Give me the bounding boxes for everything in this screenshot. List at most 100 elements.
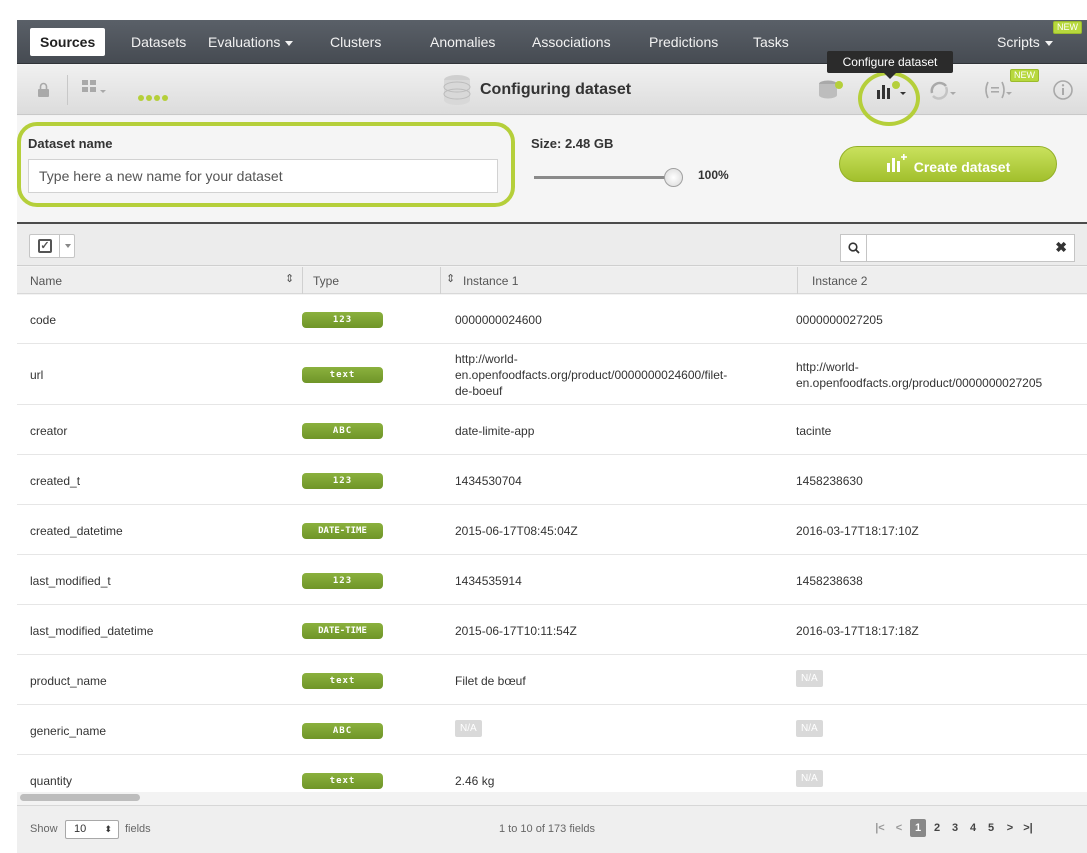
create-dataset-icon [886, 153, 907, 172]
page-5[interactable]: 5 [983, 819, 999, 837]
missing-value-badge: N/A [796, 720, 823, 737]
instance-2-value: 2016-03-17T18:17:10Z [796, 524, 919, 538]
dataset-database-icon [443, 75, 471, 105]
sort-icon[interactable]: ⇕ [446, 272, 455, 285]
nav-evaluations-label: Evaluations [208, 34, 281, 50]
last-page-icon[interactable]: >| [1020, 819, 1036, 837]
nav-anomalies[interactable]: Anomalies [430, 20, 495, 64]
page-3[interactable]: 3 [947, 819, 963, 837]
fields-label: fields [125, 823, 151, 835]
instance-2-line: en.openfoodfacts.org/product/00000000272… [796, 376, 1043, 390]
dataset-config-panel: Dataset name Size: 2.48 GB 100% Create d… [17, 116, 1087, 224]
page-title: Configuring dataset [480, 81, 632, 98]
select-fields-button[interactable]: ✓ [29, 234, 75, 258]
field-name: last_modified_t [30, 574, 111, 588]
nav-associations[interactable]: Associations [532, 20, 611, 64]
nav-sources[interactable]: Sources [30, 28, 106, 56]
page-4[interactable]: 4 [965, 819, 981, 837]
create-dataset-label: Create dataset [913, 158, 1011, 175]
instance-1-value: 0000000024600 [455, 313, 542, 327]
table-row[interactable]: generic_name ABC N/A N/A [17, 706, 1087, 755]
table-row[interactable]: code 123 0000000024600 0000000027205 [17, 295, 1087, 344]
table-row[interactable]: url text http://world- en.openfoodfacts.… [17, 345, 1087, 405]
table-row[interactable]: last_modified_datetime DATE-TIME 2015-06… [17, 606, 1087, 655]
column-header-type[interactable]: Type [313, 274, 339, 288]
new-badge: NEW [1053, 21, 1082, 34]
pagination-range: 1 to 10 of 173 fields [499, 823, 596, 835]
instance-2-value: 1458238638 [796, 574, 863, 588]
field-type-badge[interactable]: text [302, 773, 383, 789]
progress-dots-icon [138, 88, 170, 106]
chevron-down-icon [1044, 40, 1053, 46]
instance-2-value: http://world- en.openfoodfacts.org/produ… [796, 359, 1042, 391]
page-size-select[interactable]: 10 ⬍ [65, 820, 119, 839]
dataset-name-input[interactable] [28, 159, 498, 193]
field-type-badge[interactable]: ABC [302, 723, 383, 739]
column-header-name[interactable]: Name [30, 274, 62, 288]
field-type-badge[interactable]: DATE-TIME [302, 523, 383, 539]
sort-icon[interactable]: ⇕ [285, 272, 294, 285]
page-size-value: 10 [74, 823, 87, 835]
instance-2-value: 0000000027205 [796, 313, 883, 327]
instance-1-value: 1434535914 [455, 574, 522, 588]
field-name: last_modified_datetime [30, 624, 154, 638]
field-type-badge[interactable]: DATE-TIME [302, 623, 383, 639]
table-row[interactable]: product_name text Filet de bœuf N/A [17, 656, 1087, 705]
nav-datasets[interactable]: Datasets [131, 20, 186, 64]
previous-page-icon[interactable]: < [891, 819, 907, 837]
field-type-badge[interactable]: ABC [302, 423, 383, 439]
nav-evaluations[interactable]: Evaluations [208, 20, 294, 64]
nav-predictions[interactable]: Predictions [649, 20, 718, 64]
search-icon [841, 235, 867, 261]
table-row[interactable]: quantity text 2.46 kg N/A [17, 756, 1087, 792]
clear-search-icon[interactable]: ✖ [1055, 239, 1067, 256]
field-type-badge[interactable]: 123 [302, 473, 383, 489]
field-type-badge[interactable]: text [302, 673, 383, 689]
create-dataset-button[interactable]: Create dataset [839, 146, 1057, 182]
field-type-badge[interactable]: text [302, 367, 383, 383]
table-row[interactable]: last_modified_t 123 1434535914 145823863… [17, 556, 1087, 605]
show-label: Show [30, 823, 58, 835]
search-input[interactable] [869, 237, 1039, 259]
field-type-badge[interactable]: 123 [302, 312, 383, 328]
instance-2-line: http://world- [796, 360, 859, 374]
field-type-badge[interactable]: 123 [302, 573, 383, 589]
instance-1-value: date-limite-app [455, 424, 535, 438]
datasets-icon[interactable] [817, 79, 845, 101]
toolbar-divider [67, 75, 68, 105]
column-header-instance-2: Instance 2 [812, 274, 868, 288]
nav-clusters[interactable]: Clusters [330, 20, 381, 64]
nav-scripts[interactable]: Scripts [997, 20, 1053, 64]
source-type-icon[interactable] [81, 78, 109, 98]
table-row[interactable]: creator ABC date-limite-app tacinte [17, 406, 1087, 455]
instance-1-value: 2015-06-17T08:45:04Z [455, 524, 578, 538]
instance-1-value: 1434530704 [455, 474, 522, 488]
next-page-icon[interactable]: > [1002, 819, 1018, 837]
nav-tasks[interactable]: Tasks [753, 20, 789, 64]
instance-1-value: N/A [455, 720, 482, 737]
nav-scripts-label: Scripts [997, 34, 1040, 50]
info-icon[interactable] [1052, 79, 1074, 101]
instance-2-value: N/A [796, 770, 823, 787]
chevron-down-icon[interactable] [59, 235, 75, 257]
instance-1-value: Filet de bœuf [455, 674, 526, 688]
formula-icon[interactable] [983, 80, 1015, 100]
field-name: code [30, 313, 57, 327]
stepper-icon: ⬍ [104, 824, 112, 834]
cluster-icon[interactable] [929, 79, 959, 101]
sample-size-slider-track[interactable] [534, 176, 674, 179]
page-1[interactable]: 1 [910, 819, 926, 837]
field-name: creator [30, 424, 68, 438]
field-name: product_name [30, 674, 107, 688]
fields-table: code 123 0000000024600 0000000027205 url… [17, 295, 1087, 792]
horizontal-scrollbar[interactable] [20, 794, 140, 801]
sample-size-slider-handle[interactable] [664, 168, 683, 187]
page-2[interactable]: 2 [929, 819, 945, 837]
table-row[interactable]: created_t 123 1434530704 1458238630 [17, 456, 1087, 505]
first-page-icon[interactable]: |< [872, 819, 888, 837]
missing-value-badge: N/A [796, 770, 823, 787]
table-footer: Show 10 ⬍ fields 1 to 10 of 173 fields |<… [17, 805, 1087, 853]
field-name: created_t [30, 474, 81, 488]
table-row[interactable]: created_datetime DATE-TIME 2015-06-17T08… [17, 506, 1087, 555]
column-divider [797, 267, 798, 294]
